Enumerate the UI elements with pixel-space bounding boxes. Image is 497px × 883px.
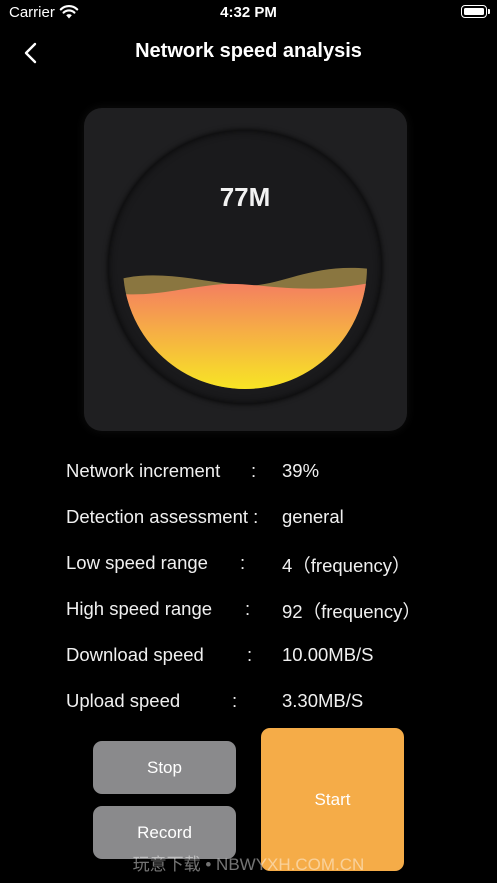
stat-value: general — [282, 506, 344, 527]
stat-label: Download speed — [66, 644, 204, 665]
stat-colon: : — [240, 552, 246, 573]
stat-label: High speed range — [66, 598, 213, 619]
stat-colon: : — [247, 644, 253, 665]
stat-row-network-increment: Network increment : 39% — [0, 448, 497, 494]
stat-row-detection-assessment: Detection assessment : general — [0, 494, 497, 540]
stat-row-download-speed: Download speed : 10.00MB/S — [0, 632, 497, 678]
stat-row-low-speed-range: Low speed range : 4（frequency） — [0, 540, 497, 586]
watermark-text: 玩意下载 • NBWYXH.COM.CN — [132, 855, 365, 874]
speed-value: 77M — [219, 182, 271, 212]
stat-label: Network increment — [66, 460, 221, 481]
speed-gauge-card: 77M — [84, 108, 407, 431]
clock-time: 4:32 PM — [220, 4, 277, 21]
gauge-fill-graphic — [123, 267, 367, 389]
stat-label: Upload speed — [66, 690, 181, 711]
stat-value: 92（frequency） — [282, 601, 421, 622]
status-bar: Carrier 4:32 PM — [0, 0, 497, 26]
stat-row-upload-speed: Upload speed : 3.30MB/S — [0, 678, 497, 724]
battery-icon — [461, 5, 490, 18]
page-title: Network speed analysis — [135, 40, 362, 62]
speed-gauge: 77M — [108, 130, 382, 404]
stat-value: 10.00MB/S — [282, 644, 374, 665]
stop-button[interactable]: Stop — [93, 741, 236, 794]
navigation-bar: Network speed analysis — [0, 30, 497, 74]
stat-value: 39% — [282, 460, 320, 481]
stat-colon: : — [245, 598, 251, 619]
stat-colon: : — [232, 690, 238, 711]
stat-colon: : — [251, 460, 257, 481]
stat-value: 4（frequency） — [282, 555, 411, 576]
stat-label: Detection assessment : — [66, 506, 259, 527]
stat-value: 3.30MB/S — [282, 690, 364, 711]
stat-row-high-speed-range: High speed range : 92（frequency） — [0, 586, 497, 632]
gauge-wave-front — [123, 280, 367, 389]
stat-label: Low speed range — [66, 552, 208, 573]
